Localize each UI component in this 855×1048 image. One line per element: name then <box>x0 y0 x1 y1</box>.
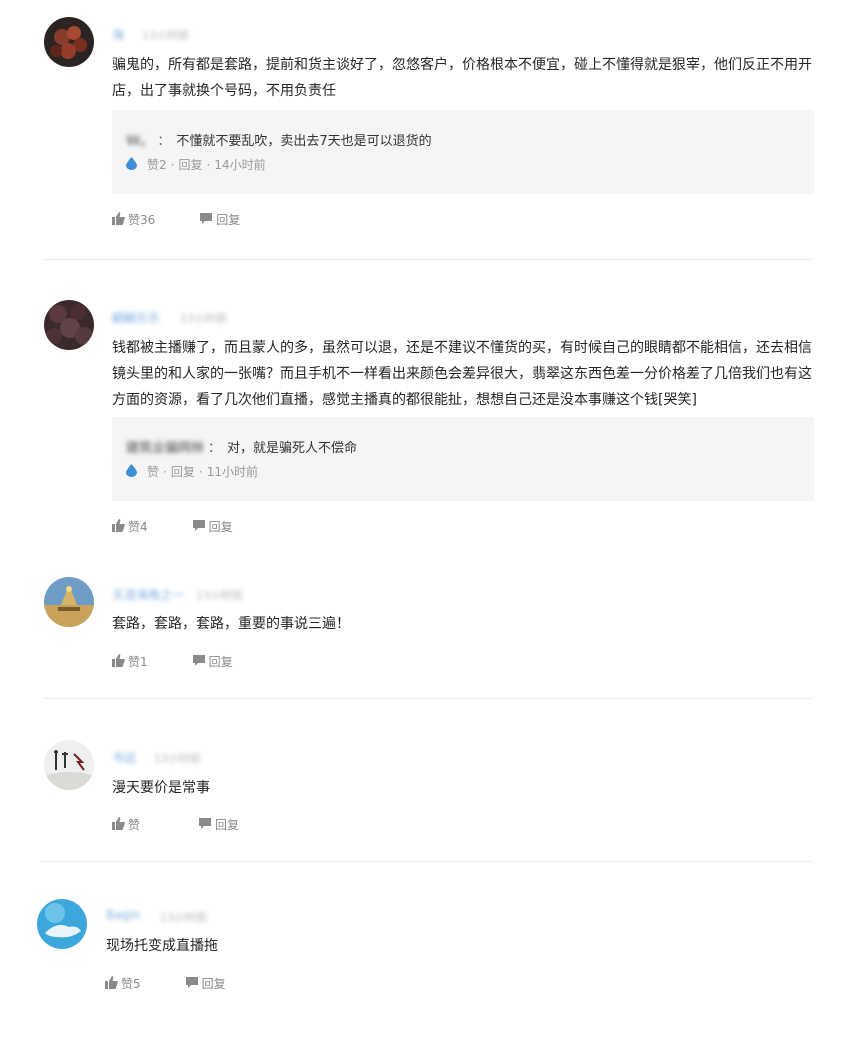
reply-reply-button[interactable]: 回复 <box>171 463 195 480</box>
comment-text: 现场托变成直播拖 <box>106 933 218 959</box>
comment-time: 13小时前 <box>154 752 201 765</box>
comment-text: 漫天要价是常事 <box>112 775 210 801</box>
dot-separator: · <box>206 157 211 172</box>
comment-item: 书远 13小时前 漫天要价是常事 赞 回复 <box>0 700 855 862</box>
like-button[interactable]: 赞36 <box>112 211 155 228</box>
thumbs-up-icon <box>112 518 128 535</box>
reply-box: W。 ： 不懂就不要乱吹，卖出去7天也是可以退货的 赞2 · 回复 · 14小时前 <box>112 110 814 194</box>
comment-text-line: 镜头里的和人家的一张嘴？而且手机不一样看出来颜色会差异很大，翡翠这东西色差一分价… <box>112 366 812 382</box>
thumbs-up-icon <box>112 816 128 833</box>
reply-reply-button[interactable]: 回复 <box>178 156 202 173</box>
like-button[interactable]: 赞 <box>112 816 140 833</box>
comment-text-line: 套路，套路，套路，重要的事说三遍！ <box>112 616 350 632</box>
reply-button[interactable]: 回复 <box>192 518 233 535</box>
like-button[interactable]: 赞5 <box>105 975 141 992</box>
thumbs-up-icon <box>112 211 128 228</box>
reply-meta: 赞 · 回复 · 11小时前 <box>126 463 258 480</box>
reply-line: 建筑业骗网林 ： 对，就是骗死人不偿命 <box>126 437 357 456</box>
like-count: 赞 <box>128 818 141 832</box>
comment-text-line: 现场托变成直播拖 <box>106 938 218 954</box>
comment-text-line: 店，出了事就换个号码，不用负责任 <box>112 83 336 99</box>
comment-bubble-icon <box>192 519 209 535</box>
comment-text: 钱都被主播赚了，而且蒙人的多，虽然可以退，还是不建议不懂货的买，有时候自己的眼睛… <box>112 335 812 413</box>
comment-item: 翩翩乐乐 13小时前 钱都被主播赚了，而且蒙人的多，虽然可以退，还是不建议不懂货… <box>0 260 855 560</box>
reply-label: 回复 <box>201 977 226 991</box>
comment-time: 13小时前 <box>160 911 207 924</box>
dot-separator: · <box>198 464 203 479</box>
comment-actions: 赞36 回复 <box>112 211 240 228</box>
reply-button[interactable]: 回复 <box>192 653 233 670</box>
reply-text: 对，就是骗死人不偿命 <box>227 441 358 456</box>
comment-bubble-icon <box>198 817 215 833</box>
username[interactable]: 海 <box>112 26 124 43</box>
username[interactable]: 天涯海角之一 <box>112 586 184 603</box>
comment-text-line: 方面的资源，看了几次他们直播，感觉主播真的都很能扯，想想自己还是没本事赚这个钱[… <box>112 392 697 408</box>
username[interactable]: 翩翩乐乐 <box>112 309 160 326</box>
avatar[interactable] <box>44 17 94 67</box>
comment-text: 骗鬼的，所有都是套路，提前和货主谈好了，忽悠客户，价格根本不便宜，碰上不懂得就是… <box>112 52 812 104</box>
like-count: 赞36 <box>128 213 156 227</box>
avatar[interactable] <box>44 740 94 790</box>
reply-box: 建筑业骗网林 ： 对，就是骗死人不偿命 赞 · 回复 · 11小时前 <box>112 417 814 501</box>
comment-actions: 赞 回复 <box>112 816 239 833</box>
comment-text-line: 钱都被主播赚了，而且蒙人的多，虽然可以退，还是不建议不懂货的买，有时候自己的眼睛… <box>112 340 812 356</box>
reply-like[interactable]: 赞2 <box>147 156 167 173</box>
comment-text-line: 漫天要价是常事 <box>112 780 210 796</box>
comment-time: 13小时前 <box>180 312 227 325</box>
comment-item: Bagin 13小时前 现场托变成直播拖 赞5 回复 <box>0 862 855 1048</box>
divider <box>44 698 814 699</box>
reply-label: 回复 <box>215 818 240 832</box>
reply-author[interactable]: W。 <box>126 130 153 149</box>
comment-actions: 赞1 回复 <box>112 653 233 670</box>
like-button[interactable]: 赞4 <box>112 518 148 535</box>
reply-text: 不懂就不要乱吹，卖出去7天也是可以退货的 <box>176 134 432 149</box>
reply-button[interactable]: 回复 <box>198 816 239 833</box>
drop-icon <box>126 463 143 480</box>
avatar[interactable] <box>44 577 94 627</box>
comment-bubble-icon <box>185 976 202 992</box>
reply-label: 回复 <box>208 520 233 534</box>
comment-bubble-icon <box>192 654 209 670</box>
reply-author[interactable]: 建筑业骗网林 <box>126 437 204 456</box>
avatar[interactable] <box>37 899 87 949</box>
comment-time: 13小时前 <box>142 29 189 42</box>
reply-colon: ： <box>157 134 171 149</box>
thumbs-up-icon <box>105 975 121 992</box>
reply-colon: ： <box>208 441 222 456</box>
reply-time: 14小时前 <box>214 158 266 172</box>
avatar[interactable] <box>44 300 94 350</box>
comment-time: 13小时前 <box>196 589 243 602</box>
like-count: 赞4 <box>128 520 148 534</box>
like-button[interactable]: 赞1 <box>112 653 148 670</box>
dot-separator: · <box>170 157 175 172</box>
comment-actions: 赞4 回复 <box>112 518 233 535</box>
username[interactable]: 书远 <box>112 749 136 766</box>
drop-icon <box>126 156 143 173</box>
reply-meta: 赞2 · 回复 · 14小时前 <box>126 156 266 173</box>
comment-text-line: 骗鬼的，所有都是套路，提前和货主谈好了，忽悠客户，价格根本不便宜，碰上不懂得就是… <box>112 57 812 73</box>
reply-label: 回复 <box>216 213 241 227</box>
thumbs-up-icon <box>112 653 128 670</box>
comment-item: 海 13小时前 骗鬼的，所有都是套路，提前和货主谈好了，忽悠客户，价格根本不便宜… <box>0 0 855 260</box>
reply-like[interactable]: 赞 <box>147 463 159 480</box>
reply-button[interactable]: 回复 <box>199 211 240 228</box>
comment-bubble-icon <box>199 212 216 228</box>
username[interactable]: Bagin <box>106 908 140 922</box>
reply-line: W。 ： 不懂就不要乱吹，卖出去7天也是可以退货的 <box>126 130 432 149</box>
dot-separator: · <box>163 464 167 479</box>
reply-label: 回复 <box>208 655 233 669</box>
reply-button[interactable]: 回复 <box>185 975 226 992</box>
reply-time: 11小时前 <box>206 465 258 479</box>
comment-actions: 赞5 回复 <box>105 975 226 992</box>
comment-text: 套路，套路，套路，重要的事说三遍！ <box>112 611 350 637</box>
comment-item: 天涯海角之一 13小时前 套路，套路，套路，重要的事说三遍！ 赞1 回复 <box>0 560 855 700</box>
like-count: 赞5 <box>121 977 141 991</box>
like-count: 赞1 <box>128 655 148 669</box>
